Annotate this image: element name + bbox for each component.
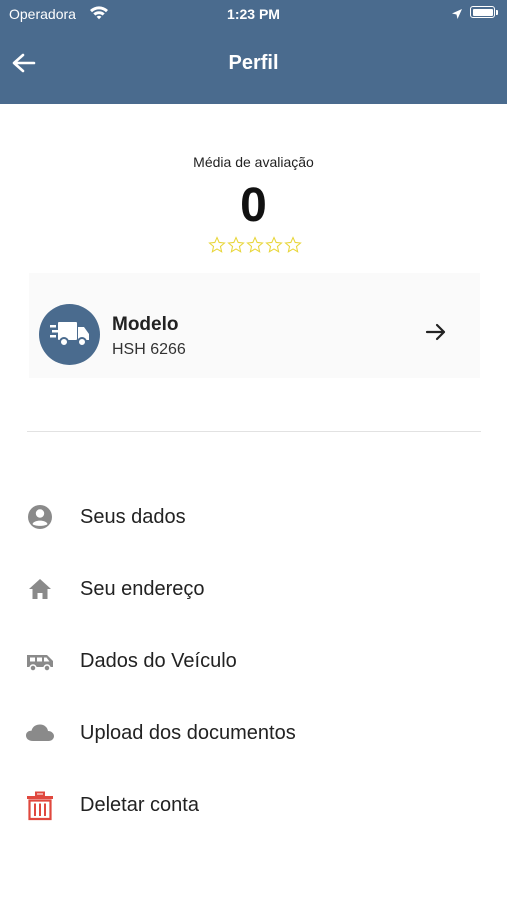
star-icon [265, 236, 283, 253]
page-title: Perfil [228, 52, 279, 74]
home-icon [25, 575, 55, 603]
menu-label: Dados do Veículo [80, 650, 237, 672]
star-icon [284, 236, 302, 253]
battery-tip [496, 10, 498, 15]
star-icon [227, 236, 245, 253]
menu-item-upload-documentos[interactable]: Upload dos documentos [0, 705, 507, 761]
arrow-right-icon [425, 321, 447, 348]
truck-icon [50, 322, 89, 347]
rating-stars [208, 236, 302, 254]
rating-value: 0 [240, 179, 267, 232]
cloud-icon [25, 719, 55, 747]
status-time: 1:23 PM [227, 6, 280, 22]
vehicle-plate: HSH 6266 [112, 341, 186, 358]
menu-item-seus-dados[interactable]: Seus dados [0, 489, 507, 545]
menu-item-deletar-conta[interactable]: Deletar conta [0, 777, 507, 833]
menu-item-seu-endereco[interactable]: Seu endereço [0, 561, 507, 617]
menu-label: Seus dados [80, 506, 186, 528]
vehicle-avatar [39, 304, 100, 365]
location-arrow-icon [451, 7, 463, 23]
vehicle-card[interactable]: Modelo HSH 6266 [29, 273, 480, 378]
app-header: Operadora 1:23 PM Perfil [0, 0, 507, 104]
vehicle-model: Modelo [112, 314, 179, 335]
star-icon [246, 236, 264, 253]
rating-label: Média de avaliação [193, 154, 314, 170]
status-bar: Operadora 1:23 PM [0, 0, 507, 28]
divider [27, 431, 481, 432]
trash-icon [25, 791, 55, 821]
star-icon [208, 236, 226, 253]
battery-icon [470, 6, 495, 18]
van-icon [25, 647, 55, 675]
menu-item-dados-do-veiculo[interactable]: Dados do Veículo [0, 633, 507, 689]
menu-label: Deletar conta [80, 794, 199, 816]
person-icon [25, 503, 55, 531]
menu-label: Upload dos documentos [80, 722, 296, 744]
menu-label: Seu endereço [80, 578, 205, 600]
